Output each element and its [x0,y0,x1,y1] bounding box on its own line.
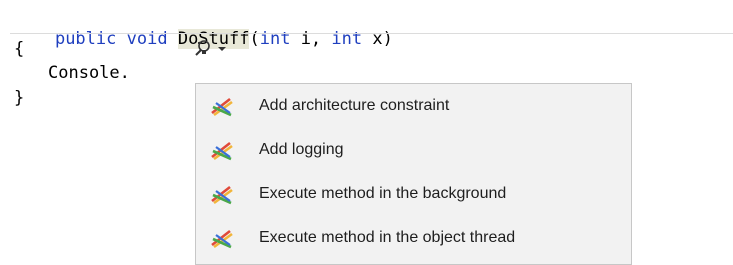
keyword: int [259,29,291,49]
menu-item-label: Add architecture constraint [259,97,450,114]
code-line-close-brace: } [14,88,25,108]
console-text: Console. [48,63,130,83]
quick-actions-menu: Add architecture constraint Add logging … [195,83,632,265]
keyword: int [331,29,363,49]
menu-item-add-logging[interactable]: Add logging [196,128,631,172]
keyword: public [54,29,117,49]
param: i, [290,29,332,49]
screwdriver-lightbulb-icon [195,40,210,56]
menu-item-label: Add logging [259,141,344,158]
menu-item-execute-in-background[interactable]: Execute method in the background [196,172,631,216]
param: x) [362,29,393,49]
postsharp-icon [211,229,233,249]
code-line-open-brace: { [14,39,25,59]
menu-item-add-architecture-constraint[interactable]: Add architecture constraint [196,84,631,128]
menu-item-execute-in-object-thread[interactable]: Execute method in the object thread [196,216,631,260]
postsharp-icon [211,141,233,161]
paren: ( [249,29,260,49]
postsharp-icon [211,97,233,117]
keyword: void [126,29,168,49]
code-line-body: Console. [48,62,130,84]
menu-item-label: Execute method in the object thread [259,229,516,246]
chevron-down-icon[interactable] [218,47,226,51]
postsharp-icon [211,185,233,205]
current-line-indicator [10,33,733,34]
menu-item-label: Execute method in the background [259,185,507,202]
quick-actions-button[interactable] [194,36,240,60]
